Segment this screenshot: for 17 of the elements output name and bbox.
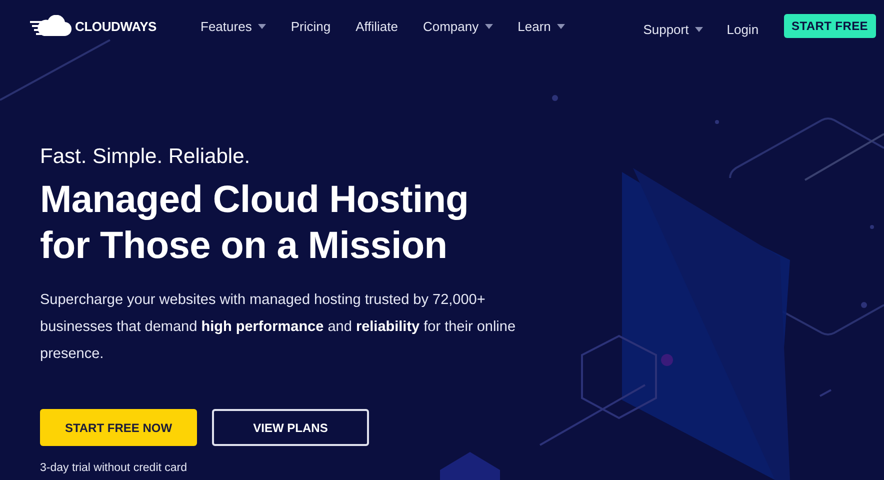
hero-title: Managed Cloud Hosting [40,178,470,223]
nav-link[interactable]: Pricing [290,18,331,34]
view-plans-button[interactable]: VIEW PLANS [212,409,369,446]
nav-link[interactable]: Features [200,18,266,34]
nav-link[interactable]: Learn [518,18,565,34]
start-free-now-button[interactable]: START FREE NOW [40,409,197,446]
nav-link[interactable]: Affiliate [356,18,398,34]
tagline: Fast. Simple. Reliable. [40,145,252,169]
nav-link[interactable]: Company [422,18,493,34]
hero-description: Supercharge your websites with managed hosting trusted by 72,000+ businesses that demand high performance and reliability for their online presence. [40,291,517,364]
trial-note: 3-day trial without credit card [40,462,188,474]
cloud-logo-icon [30,15,72,37]
nav-link[interactable]: Support [643,22,703,36]
logo-text: CLOUDWAYS [75,18,157,34]
nav-link[interactable]: Login [726,22,759,36]
hero-title: for Those on a Mission [40,224,448,269]
start-free-button[interactable]: START FREE [784,14,876,38]
